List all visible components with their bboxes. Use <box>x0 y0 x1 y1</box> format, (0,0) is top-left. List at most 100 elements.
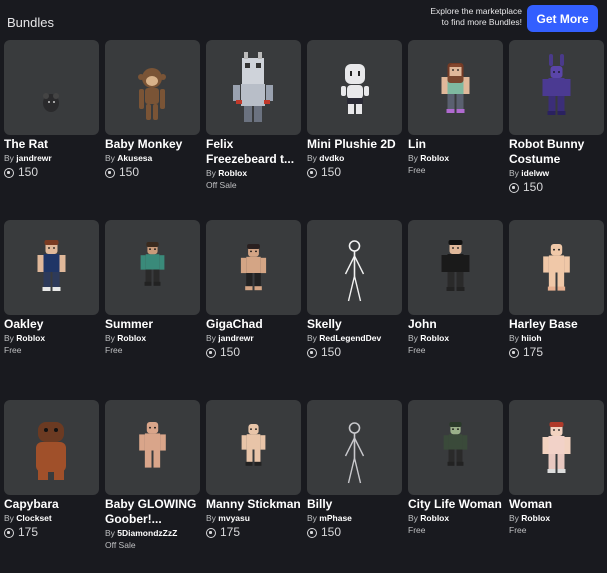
bundle-thumbnail[interactable] <box>4 220 99 315</box>
bundle-name[interactable]: Skelly <box>307 317 402 332</box>
bundle-thumbnail[interactable] <box>408 220 503 315</box>
creator-link[interactable]: Roblox <box>218 168 247 178</box>
bundle-name[interactable]: The Rat <box>4 137 99 152</box>
bundle-card[interactable]: City Life Woman By Roblox Free <box>408 400 503 573</box>
avatar-image <box>139 422 166 468</box>
creator-link[interactable]: hiioh <box>521 333 541 343</box>
get-more-button[interactable]: Get More <box>527 5 598 32</box>
bundle-card[interactable]: Billy By mPhase 150 <box>307 400 402 573</box>
bundle-name[interactable]: City Life Woman <box>408 497 503 512</box>
bundle-creator: By Roblox <box>206 168 301 179</box>
bundle-status: Free <box>509 525 527 535</box>
bundle-card[interactable]: Harley Base By hiioh 175 <box>509 220 604 400</box>
avatar-image <box>441 63 470 113</box>
bundle-creator: By Roblox <box>408 513 503 524</box>
bundle-thumbnail[interactable] <box>206 220 301 315</box>
price-value: 150 <box>321 345 342 359</box>
bundle-thumbnail[interactable] <box>206 40 301 135</box>
bundle-name[interactable]: Lin <box>408 137 503 152</box>
bundle-card[interactable]: Summer By Roblox Free <box>105 220 200 400</box>
bundle-name[interactable]: Oakley <box>4 317 99 332</box>
bundle-thumbnail[interactable] <box>509 40 604 135</box>
creator-link[interactable]: Roblox <box>521 513 550 523</box>
creator-link[interactable]: Akusesa <box>117 153 152 163</box>
bundle-card[interactable]: The Rat By jandrewr 150 <box>4 40 99 220</box>
bundle-name[interactable]: Felix Freezebeard t... <box>206 137 301 167</box>
bundle-thumbnail[interactable] <box>105 220 200 315</box>
bundle-thumbnail[interactable] <box>509 220 604 315</box>
bundle-status: Off Sale <box>105 540 136 550</box>
bundle-name[interactable]: Mini Plushie 2D <box>307 137 402 152</box>
bundle-card[interactable]: Baby Monkey By Akusesa 150 <box>105 40 200 220</box>
bundle-thumbnail[interactable] <box>105 40 200 135</box>
bundle-creator: By 5DiamondzZzZ <box>105 528 200 539</box>
avatar-image <box>240 244 267 291</box>
creator-link[interactable]: mvyasu <box>218 513 250 523</box>
creator-link[interactable]: 5DiamondzZzZ <box>117 528 177 538</box>
bundle-card[interactable]: John By Roblox Free <box>408 220 503 400</box>
bundle-thumbnail[interactable] <box>307 40 402 135</box>
by-label: By <box>4 333 14 343</box>
creator-link[interactable]: Roblox <box>420 153 449 163</box>
bundle-thumbnail[interactable] <box>4 400 99 495</box>
creator-link[interactable]: Roblox <box>16 333 45 343</box>
bundle-name[interactable]: Robot Bunny Costume <box>509 137 604 167</box>
bundle-name[interactable]: Manny Stickman <box>206 497 301 512</box>
bundle-creator: By hiioh <box>509 333 604 344</box>
robux-icon <box>307 527 317 538</box>
avatar-image <box>344 240 365 302</box>
bundle-thumbnail[interactable] <box>307 400 402 495</box>
bundle-name[interactable]: Baby Monkey <box>105 137 200 152</box>
bundle-name[interactable]: GigaChad <box>206 317 301 332</box>
bundle-thumbnail[interactable] <box>408 40 503 135</box>
bundle-card[interactable]: Capybara By Clockset 175 <box>4 400 99 573</box>
bundle-card[interactable]: Mini Plushie 2D By dvdko 150 <box>307 40 402 220</box>
bundle-card[interactable]: Manny Stickman By mvyasu 175 <box>206 400 301 573</box>
bundle-creator: By mvyasu <box>206 513 301 524</box>
bundle-name[interactable]: Summer <box>105 317 200 332</box>
by-label: By <box>105 528 115 538</box>
bundle-name[interactable]: Capybara <box>4 497 99 512</box>
by-label: By <box>105 153 115 163</box>
section-title: Bundles <box>7 15 54 30</box>
bundle-thumbnail[interactable] <box>105 400 200 495</box>
bundle-name[interactable]: Woman <box>509 497 604 512</box>
bundle-status: Free <box>105 345 123 355</box>
bundle-thumbnail[interactable] <box>408 400 503 495</box>
bundle-thumbnail[interactable] <box>206 400 301 495</box>
bundle-card[interactable]: Felix Freezebeard t... By Roblox Off Sale <box>206 40 301 220</box>
creator-link[interactable]: idelww <box>521 168 549 178</box>
creator-link[interactable]: Clockset <box>16 513 51 523</box>
creator-link[interactable]: mPhase <box>319 513 352 523</box>
robux-icon <box>206 527 216 538</box>
bundle-name[interactable]: John <box>408 317 503 332</box>
bundle-thumbnail[interactable] <box>4 40 99 135</box>
bundle-card[interactable]: GigaChad By jandrewr 150 <box>206 220 301 400</box>
bundle-card[interactable]: Lin By Roblox Free <box>408 40 503 220</box>
by-label: By <box>509 333 519 343</box>
bundle-name[interactable]: Harley Base <box>509 317 604 332</box>
creator-link[interactable]: jandrewr <box>16 153 51 163</box>
bundle-card[interactable]: Skelly By RedLegendDev 150 <box>307 220 402 400</box>
bundle-thumbnail[interactable] <box>307 220 402 315</box>
bundle-name[interactable]: Baby GLOWING Goober!... <box>105 497 200 527</box>
bundle-card[interactable]: Woman By Roblox Free <box>509 400 604 573</box>
bundle-thumbnail[interactable] <box>509 400 604 495</box>
promo-text: Explore the marketplace to find more Bun… <box>430 6 522 28</box>
top-bar: Bundles Explore the marketplace to find … <box>0 0 607 38</box>
by-label: By <box>408 333 418 343</box>
creator-link[interactable]: Roblox <box>420 513 449 523</box>
creator-link[interactable]: dvdko <box>319 153 344 163</box>
bundle-name[interactable]: Billy <box>307 497 402 512</box>
creator-link[interactable]: RedLegendDev <box>319 333 381 343</box>
creator-link[interactable]: Roblox <box>420 333 449 343</box>
avatar-image <box>441 240 470 291</box>
by-label: By <box>307 333 317 343</box>
bundle-card[interactable]: Oakley By Roblox Free <box>4 220 99 400</box>
creator-link[interactable]: jandrewr <box>218 333 253 343</box>
bundle-card[interactable]: Baby GLOWING Goober!... By 5DiamondzZzZ Of… <box>105 400 200 573</box>
avatar-image <box>43 93 59 112</box>
creator-link[interactable]: Roblox <box>117 333 146 343</box>
price-value: 175 <box>523 345 544 359</box>
bundle-card[interactable]: Robot Bunny Costume By idelww 150 <box>509 40 604 220</box>
